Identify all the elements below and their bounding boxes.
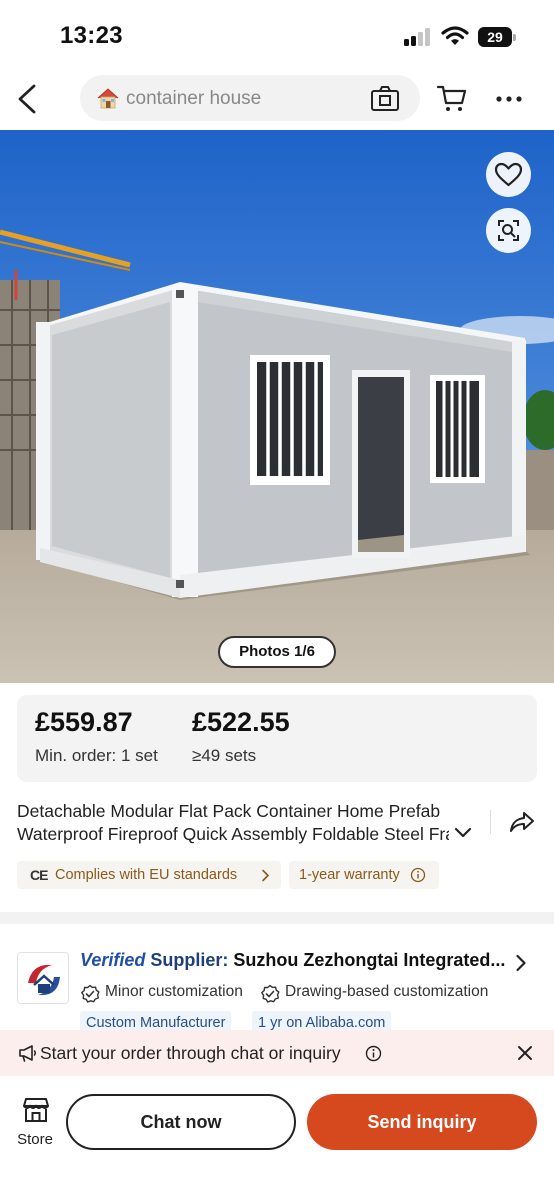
supplier-label: Supplier:: [150, 950, 229, 970]
house-emoji-icon: [97, 88, 119, 109]
cellular-signal-icon: [404, 28, 432, 46]
status-bar: 13:23 29: [0, 0, 554, 70]
supplier-name: Suzhou Zezhongtai Integrated...: [233, 950, 506, 970]
check-badge-icon: [261, 984, 280, 1003]
heart-icon: [494, 162, 523, 187]
supplier-title[interactable]: Verified Supplier: Suzhou Zezhongtai Int…: [80, 950, 510, 974]
back-arrow-icon[interactable]: [10, 78, 44, 120]
image-search-button[interactable]: [486, 208, 531, 253]
tier-price: £522.55: [192, 707, 290, 737]
banner-text: Start your order through chat or inquiry: [40, 1043, 341, 1063]
container-house-photo: [0, 130, 554, 683]
chevron-down-icon[interactable]: [454, 826, 472, 840]
store-button[interactable]: Store: [10, 1096, 60, 1150]
photos-count-badge[interactable]: Photos 1/6: [218, 636, 336, 668]
close-icon[interactable]: [516, 1044, 534, 1062]
wifi-icon: [441, 26, 469, 45]
product-title-line: Waterproof Fireproof Quick Assembly Fold…: [17, 824, 449, 844]
supplier-logo[interactable]: [17, 952, 69, 1004]
ce-mark-icon: CE: [30, 867, 48, 883]
search-query-text: container house: [126, 88, 262, 109]
verified-label: Verified: [80, 950, 146, 970]
eu-standards-badge[interactable]: CE Complies with EU standards: [17, 861, 281, 889]
info-icon: [410, 867, 426, 883]
top-nav: container house: [0, 70, 554, 130]
product-title[interactable]: Detachable Modular Flat Pack Container H…: [17, 800, 467, 846]
store-icon: [23, 1098, 49, 1122]
send-inquiry-button[interactable]: Send inquiry: [307, 1094, 537, 1150]
battery-level: 29: [478, 27, 512, 47]
chat-prompt-banner[interactable]: Start your order through chat or inquiry: [0, 1030, 554, 1076]
price-tiers: £559.87 Min. order: 1 set £522.55 ≥49 se…: [17, 695, 537, 782]
share-icon[interactable]: [508, 808, 536, 836]
status-time: 13:23: [60, 22, 123, 49]
capability-label: Minor customization: [105, 983, 243, 1000]
capability-label: Drawing-based customization: [285, 983, 489, 1000]
bottom-action-bar: Store Chat now Send inquiry: [0, 1076, 554, 1199]
divider: [490, 810, 491, 834]
more-icon[interactable]: [494, 84, 524, 114]
badge-label: 1-year warranty: [299, 867, 400, 883]
store-label: Store: [17, 1131, 53, 1148]
favorite-button[interactable]: [486, 152, 531, 197]
search-input[interactable]: container house: [80, 75, 420, 121]
chevron-right-icon[interactable]: [515, 954, 527, 972]
tier-quantity: ≥49 sets: [192, 746, 257, 765]
warranty-badge[interactable]: 1-year warranty: [289, 861, 439, 889]
product-title-line: Detachable Modular Flat Pack Container H…: [17, 801, 441, 821]
camera-search-icon[interactable]: [370, 84, 400, 112]
cart-icon[interactable]: [436, 82, 468, 114]
tier-quantity: Min. order: 1 set: [35, 746, 158, 765]
section-divider: [0, 912, 554, 924]
info-icon[interactable]: [365, 1045, 382, 1062]
chat-now-button[interactable]: Chat now: [66, 1094, 296, 1150]
supplier-logo-image: [28, 964, 60, 996]
chevron-right-icon: [262, 869, 270, 882]
price-tier: £559.87 Min. order: 1 set: [35, 707, 158, 766]
price-tier: £522.55 ≥49 sets: [192, 707, 290, 766]
tier-price: £559.87: [35, 707, 133, 737]
badge-label: Complies with EU standards: [55, 867, 238, 883]
megaphone-icon: [19, 1045, 36, 1062]
image-search-icon: [498, 220, 519, 241]
battery-icon: 29: [478, 27, 516, 47]
product-image[interactable]: Photos 1/6: [0, 130, 554, 683]
check-badge-icon: [81, 984, 100, 1003]
